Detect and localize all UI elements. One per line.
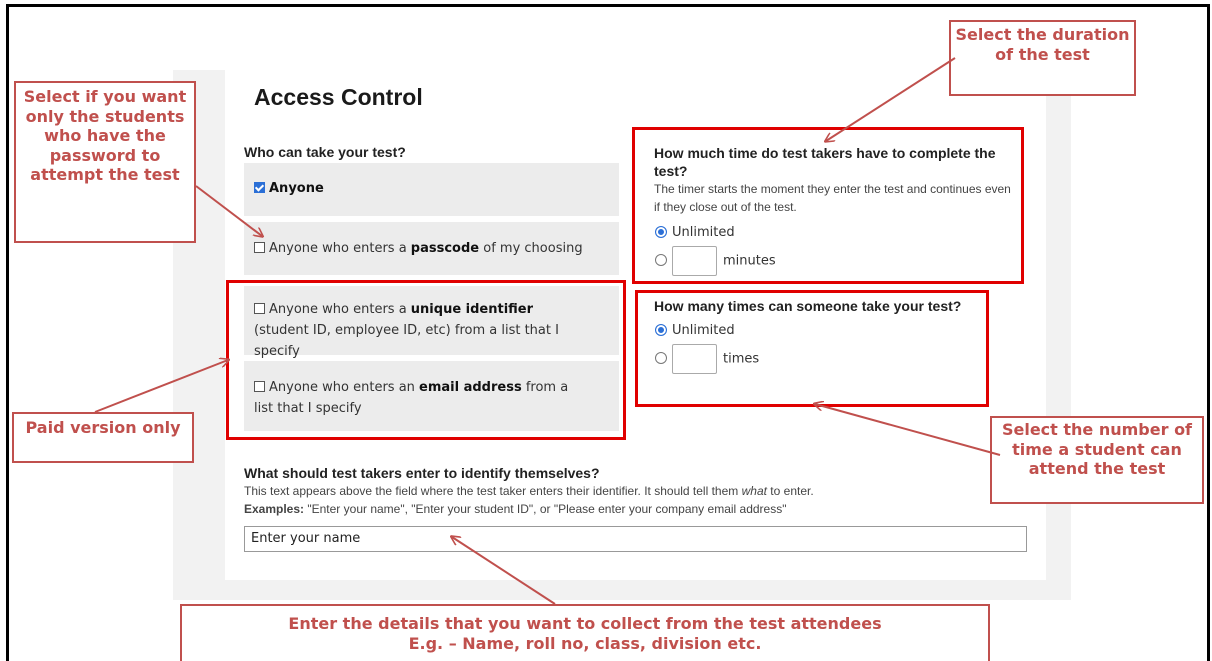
arrow-paid bbox=[94, 360, 228, 413]
arrow-password bbox=[195, 185, 262, 236]
arrow-details bbox=[452, 537, 556, 605]
arrow-attempts bbox=[815, 404, 1001, 456]
arrow-duration bbox=[826, 57, 956, 141]
annotation-arrows bbox=[94, 57, 1001, 605]
